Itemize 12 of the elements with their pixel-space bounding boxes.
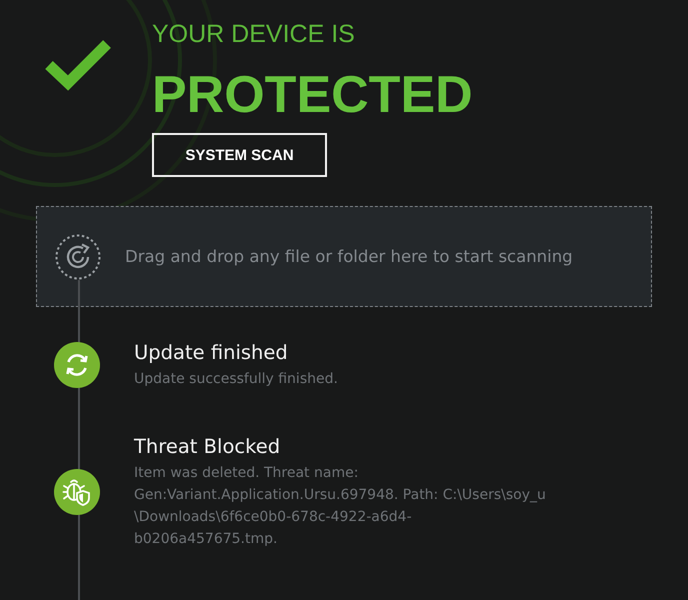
checkmark-icon	[45, 38, 111, 93]
sync-icon	[54, 342, 100, 388]
event-description: Update successfully finished.	[134, 370, 339, 389]
drop-zone-hint: Drag and drop any file or folder here to start scanning	[125, 247, 573, 266]
event-title: Threat Blocked	[134, 434, 280, 460]
status-title: PROTECTED	[152, 67, 473, 123]
event-title: Update finished	[134, 340, 288, 366]
bug-shield-icon	[54, 469, 100, 515]
drop-zone[interactable]: Drag and drop any file or folder here to start scanning	[36, 206, 652, 307]
status-heading: YOUR DEVICE IS	[152, 19, 355, 49]
system-scan-button[interactable]: SYSTEM SCAN	[152, 133, 327, 177]
event-description: Item was deleted. Threat name: Gen:Variant.Application.Ursu.697948. Path: C:\Users\soy_u\Downloads\6f6ce0b0-678c-4922-a6d4-b0206a457675.tmp.	[134, 464, 547, 549]
